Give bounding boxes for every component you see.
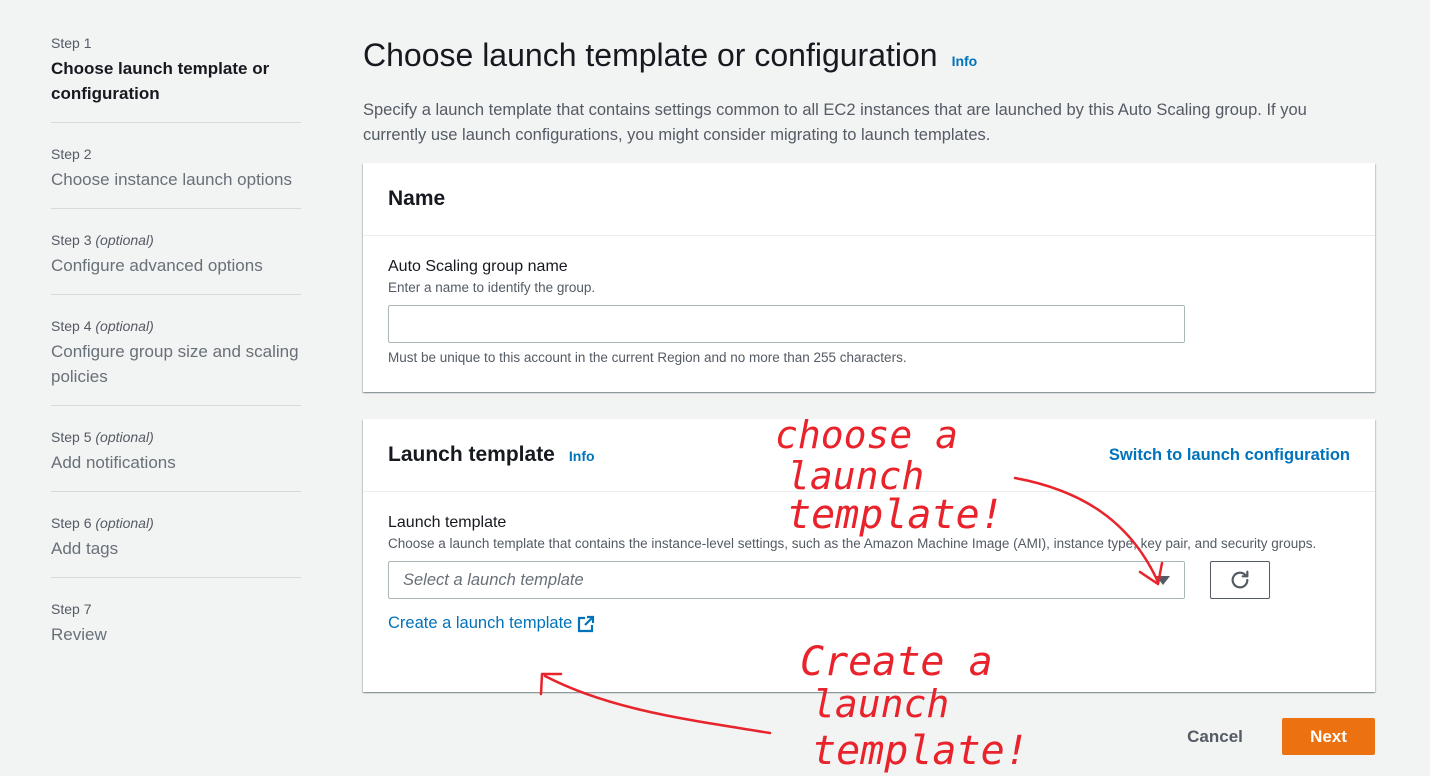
refresh-icon — [1231, 570, 1249, 589]
panel-body: Launch template Choose a launch template… — [363, 492, 1375, 653]
page-title: Choose launch template or configuration … — [363, 32, 1375, 84]
page-header: Choose launch template or configuration … — [363, 32, 1375, 148]
field-description: Enter a name to identify the group. — [388, 280, 596, 295]
field-description: Choose a launch template that contains t… — [388, 536, 1317, 551]
create-launch-template-link[interactable]: Create a launch template — [388, 614, 595, 633]
name-panel: Name Auto Scaling group name Enter a nam… — [363, 163, 1375, 392]
panel-header: Name — [363, 163, 1375, 236]
launch-template-panel: Launch template Info Switch to launch co… — [363, 419, 1375, 692]
step-6[interactable]: Step 6 (optional) Add tags — [51, 514, 301, 578]
caret-down-icon — [1156, 575, 1170, 585]
step-1: Step 1 Choose launch template or configu… — [51, 34, 301, 123]
info-link[interactable]: Info — [952, 38, 978, 84]
panel-header: Launch template Info Switch to launch co… — [363, 419, 1375, 492]
next-button[interactable]: Next — [1282, 718, 1375, 755]
step-title: Choose launch template or configuration — [51, 59, 270, 103]
step-3[interactable]: Step 3 (optional) Configure advanced opt… — [51, 231, 301, 295]
step-title: Review — [51, 625, 107, 644]
step-title: Choose instance launch options — [51, 170, 292, 189]
step-title: Add tags — [51, 539, 119, 558]
field-constraint: Must be unique to this account in the cu… — [388, 350, 907, 365]
step-number: Step 2 — [51, 146, 92, 162]
step-number: Step 1 — [51, 35, 92, 51]
launch-template-select[interactable]: Select a launch template — [388, 561, 1185, 599]
select-placeholder: Select a launch template — [403, 570, 584, 589]
select-row: Select a launch template — [388, 561, 1350, 599]
refresh-button[interactable] — [1210, 561, 1270, 599]
step-number: Step 3 (optional) — [51, 232, 154, 248]
step-4[interactable]: Step 4 (optional) Configure group size a… — [51, 317, 301, 406]
annotation-create-line-3: template! — [812, 728, 1029, 774]
panel-title-text: Launch template — [388, 443, 555, 466]
page-description: Specify a launch template that contains … — [363, 101, 1307, 144]
field-label: Launch template — [388, 514, 507, 531]
step-number: Step 5 (optional) — [51, 429, 154, 445]
step-title: Configure advanced options — [51, 256, 263, 275]
panel-body: Auto Scaling group name Enter a name to … — [363, 236, 1375, 385]
external-link-icon — [578, 615, 595, 632]
field-label: Auto Scaling group name — [388, 258, 568, 275]
step-number: Step 4 (optional) — [51, 318, 154, 334]
page-title-text: Choose launch template or configuration — [363, 37, 938, 73]
step-title: Configure group size and scaling policie… — [51, 342, 299, 386]
step-title: Add notifications — [51, 453, 176, 472]
wizard-steps: Step 1 Choose launch template or configu… — [51, 34, 301, 685]
step-5[interactable]: Step 5 (optional) Add notifications — [51, 428, 301, 492]
info-link[interactable]: Info — [569, 448, 595, 464]
create-link-text: Create a launch template — [388, 614, 573, 632]
step-number: Step 6 (optional) — [51, 515, 154, 531]
switch-to-launch-configuration-link[interactable]: Switch to launch configuration — [1109, 446, 1350, 465]
cancel-button[interactable]: Cancel — [1172, 718, 1258, 755]
step-2[interactable]: Step 2 Choose instance launch options — [51, 145, 301, 209]
step-7[interactable]: Step 7 Review — [51, 600, 301, 663]
panel-title: Name — [388, 187, 446, 210]
panel-title: Launch template Info — [388, 443, 595, 467]
step-number: Step 7 — [51, 601, 92, 617]
group-name-input[interactable] — [388, 305, 1185, 343]
